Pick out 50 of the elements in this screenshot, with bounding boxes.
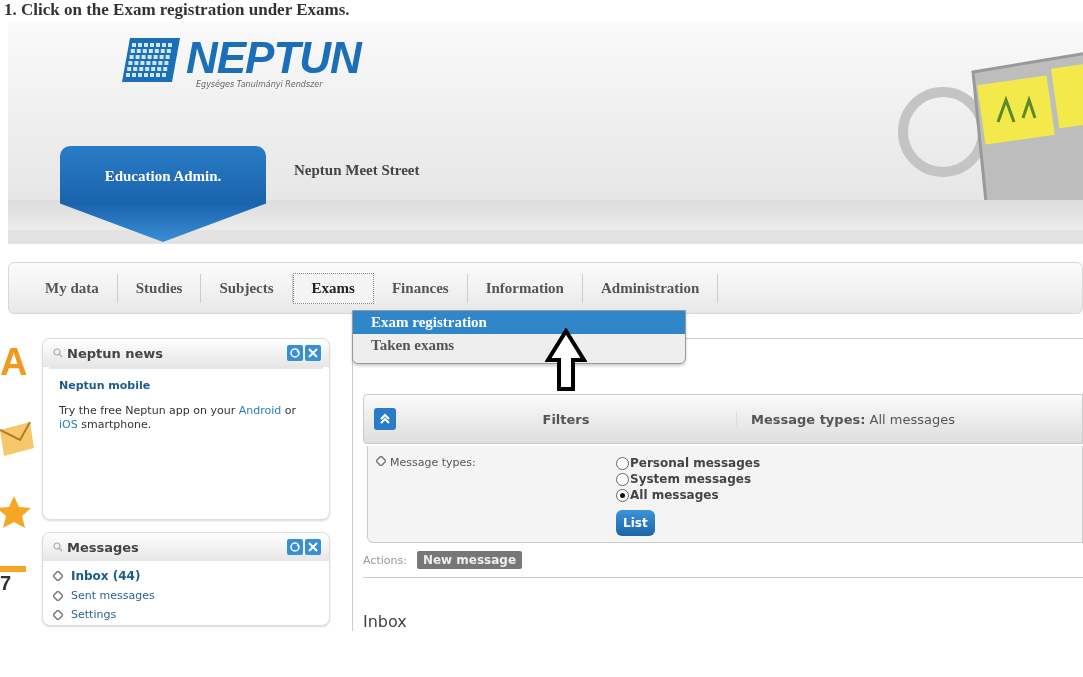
logo-tagline: Egységes Tanulmányi Rendszer [196,80,324,89]
store-link[interactable]: Android [238,404,282,417]
menu-tab[interactable]: Exams [292,272,374,304]
list-button[interactable]: List [616,510,655,536]
news-headline[interactable]: Neptun mobile [59,379,313,392]
instruction-caption: 1. Click on the Exam registration under Exams. [3,0,351,21]
dropdown-item[interactable]: Exam registration [353,311,685,334]
search-icon [53,348,63,358]
radio-label: System messages [630,472,752,486]
radio-label: All messages [630,488,719,502]
up-arrow-icon [545,328,587,392]
filters-title: Filters [396,411,737,427]
field-label: Message types: [390,456,476,469]
radio-button[interactable] [616,488,629,502]
logo-icon [120,36,182,84]
search-icon [53,542,63,552]
filter-summary: Message types: All messages [750,411,955,427]
close-icon[interactable] [305,539,321,555]
logo-wordmark: NEPTUN [186,36,361,80]
menu-tab[interactable]: Finances [373,273,468,303]
menu-tab[interactable]: Subjects [201,273,293,303]
messages-link[interactable]: Sent messages [71,589,155,602]
section-title: Inbox [363,612,408,631]
panel-title: Messages [53,539,139,555]
header-tab[interactable]: Neptun Meet Street [290,146,424,195]
menu-tab[interactable]: Studies [117,273,202,303]
radio-button[interactable] [616,472,629,486]
header-tab[interactable]: Education Admin. [60,146,266,242]
panel-title: Neptun news [53,345,164,361]
chevron-up-icon [379,413,391,425]
bullet-icon [53,590,63,601]
bullet-icon [53,571,63,581]
actions-label: Actions: [363,553,407,567]
radio-button[interactable] [616,456,629,470]
collapse-button[interactable] [374,408,396,430]
menu-tab[interactable]: Administration [582,273,719,303]
radio-label: Personal messages [630,456,761,470]
close-icon[interactable] [305,345,321,361]
store-link[interactable]: iOS [59,418,78,431]
bullet-icon [376,456,386,466]
refresh-icon[interactable] [287,539,303,555]
new-message-button[interactable]: New message [416,551,523,569]
menu-tab[interactable]: My data [27,273,118,303]
refresh-icon[interactable] [287,345,303,361]
news-text: Try the free Neptun app on your Android or iOS smartphone. [59,404,298,432]
menu-tab[interactable]: Information [467,273,583,303]
dropdown-item[interactable]: Taken exams [353,334,685,357]
messages-link[interactable]: Settings [71,608,117,621]
messages-link[interactable]: Inbox (44) [71,569,141,583]
bullet-icon [53,609,63,620]
